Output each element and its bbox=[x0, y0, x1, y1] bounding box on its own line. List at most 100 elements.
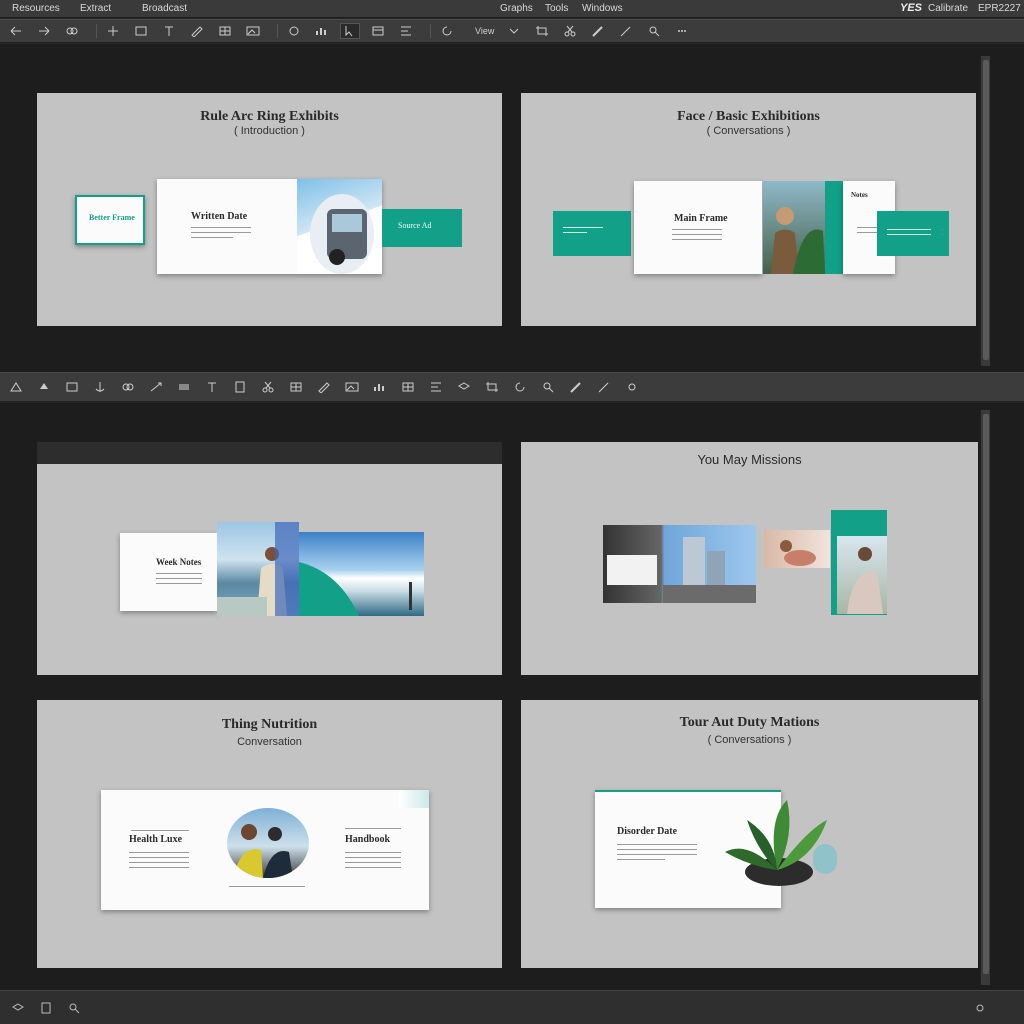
grid-icon[interactable] bbox=[286, 379, 306, 395]
scrollbar-thumb[interactable] bbox=[983, 414, 989, 974]
undo-icon[interactable] bbox=[6, 23, 26, 39]
text-lines bbox=[129, 852, 189, 872]
text-lines bbox=[156, 573, 202, 588]
text-lines bbox=[229, 886, 305, 891]
right-box-label: Source Ad bbox=[398, 221, 432, 230]
upper-scrollbar[interactable] bbox=[980, 56, 990, 366]
page-icon[interactable] bbox=[36, 1000, 56, 1016]
main-card: Health Luxe Handbook bbox=[101, 790, 429, 910]
scissors-icon[interactable] bbox=[258, 379, 278, 395]
brush-icon[interactable] bbox=[588, 23, 608, 39]
menu-resources[interactable]: Resources bbox=[12, 3, 60, 14]
settings-icon[interactable] bbox=[970, 1000, 990, 1016]
layers-icon[interactable] bbox=[8, 1000, 28, 1016]
lower-scrollbar[interactable] bbox=[980, 410, 990, 985]
link-icon[interactable] bbox=[118, 379, 138, 395]
type-icon[interactable] bbox=[202, 379, 222, 395]
text-icon[interactable] bbox=[159, 23, 179, 39]
corner-accent bbox=[399, 790, 429, 808]
select-icon[interactable] bbox=[340, 23, 360, 39]
chart-icon[interactable] bbox=[312, 23, 332, 39]
align-icon[interactable] bbox=[396, 23, 416, 39]
chart-icon[interactable] bbox=[370, 379, 390, 395]
text-lines bbox=[345, 852, 401, 872]
slide-title: You May Missions bbox=[697, 452, 802, 467]
slide-4[interactable]: You May Missions bbox=[521, 442, 978, 675]
scrollbar-thumb[interactable] bbox=[983, 60, 989, 360]
crop-icon[interactable] bbox=[532, 23, 552, 39]
menu-extract[interactable]: Extract bbox=[80, 3, 111, 14]
brush-icon[interactable] bbox=[566, 379, 586, 395]
text-lines bbox=[345, 828, 401, 833]
menu-tools[interactable]: Tools bbox=[545, 3, 568, 14]
table-icon[interactable] bbox=[398, 379, 418, 395]
scissors-icon[interactable] bbox=[560, 23, 580, 39]
card-title: Health Luxe bbox=[129, 834, 183, 845]
menu-calibrate[interactable]: Calibrate bbox=[928, 3, 968, 14]
menu-bar: Resources Extract Broadcast Graphs Tools… bbox=[0, 0, 1024, 18]
chevron-down-icon[interactable] bbox=[504, 23, 524, 39]
photo-ocean bbox=[299, 532, 424, 616]
pen-icon[interactable] bbox=[187, 23, 207, 39]
card-title: Written Date bbox=[191, 211, 248, 222]
toolbar-divider bbox=[277, 24, 278, 38]
note-icon[interactable] bbox=[230, 379, 250, 395]
image-icon[interactable] bbox=[342, 379, 362, 395]
slide-title: Tour Aut Duty Mations bbox=[679, 715, 820, 730]
photo-man-plants bbox=[763, 181, 825, 274]
frame-icon[interactable] bbox=[62, 379, 82, 395]
rotate-icon[interactable] bbox=[437, 23, 457, 39]
photo-people bbox=[764, 530, 830, 568]
view-label[interactable]: View bbox=[475, 26, 494, 36]
shape-icon[interactable] bbox=[284, 23, 304, 39]
frame-icon[interactable] bbox=[131, 23, 151, 39]
app-logo: YES bbox=[900, 2, 923, 14]
settings-icon[interactable] bbox=[622, 379, 642, 395]
eyedropper-icon[interactable] bbox=[594, 379, 614, 395]
slide-subtitle: Conversation bbox=[237, 736, 302, 748]
zoom-icon[interactable] bbox=[64, 1000, 84, 1016]
menu-broadcast[interactable]: Broadcast bbox=[142, 3, 187, 14]
slide-subtitle: ( Conversations ) bbox=[706, 125, 791, 137]
photo-man-beach bbox=[217, 522, 299, 616]
redo-icon[interactable] bbox=[34, 23, 54, 39]
zoom-icon[interactable] bbox=[538, 379, 558, 395]
transform-icon[interactable] bbox=[146, 379, 166, 395]
slide-1[interactable]: Rule Arc Ring Exhibits ( Introduction ) … bbox=[37, 93, 502, 326]
right-card-title: Handbook bbox=[345, 834, 391, 845]
slide-subtitle: ( Conversations ) bbox=[707, 734, 792, 746]
zoom-icon[interactable] bbox=[644, 23, 664, 39]
fill-icon[interactable] bbox=[34, 379, 54, 395]
image-icon[interactable] bbox=[243, 23, 263, 39]
slide-2[interactable]: Face / Basic Exhibitions ( Conversations… bbox=[521, 93, 976, 326]
anchor-icon[interactable] bbox=[90, 379, 110, 395]
rotate-icon[interactable] bbox=[510, 379, 530, 395]
text-lines bbox=[191, 227, 251, 242]
text-lines bbox=[857, 227, 877, 237]
gradient-icon[interactable] bbox=[174, 379, 194, 395]
slide-title: Face / Basic Exhibitions bbox=[677, 109, 820, 124]
eyedropper-icon[interactable] bbox=[616, 23, 636, 39]
link-icon[interactable] bbox=[62, 23, 82, 39]
menu-windows[interactable]: Windows bbox=[582, 3, 623, 14]
grid-icon[interactable] bbox=[215, 23, 235, 39]
crop-icon[interactable] bbox=[482, 379, 502, 395]
layers-icon[interactable] bbox=[454, 379, 474, 395]
slide-3[interactable]: Week Notes bbox=[37, 442, 502, 675]
photo-car bbox=[297, 179, 382, 274]
menu-graphs[interactable]: Graphs bbox=[500, 3, 533, 14]
slide-6[interactable]: Tour Aut Duty Mations ( Conversations ) … bbox=[521, 700, 978, 968]
card-title: Main Frame bbox=[674, 213, 728, 224]
slide-title: Thing Nutrition bbox=[221, 717, 318, 732]
move-icon[interactable] bbox=[103, 23, 123, 39]
card-title: Disorder Date bbox=[617, 826, 678, 837]
snap-icon[interactable] bbox=[6, 379, 26, 395]
pen-icon[interactable] bbox=[314, 379, 334, 395]
layout-icon[interactable] bbox=[368, 23, 388, 39]
toolbar-divider bbox=[96, 24, 97, 38]
align-icon[interactable] bbox=[426, 379, 446, 395]
photo-people-circle bbox=[227, 808, 309, 878]
version-label: EPR2227 bbox=[978, 3, 1021, 14]
more-icon[interactable] bbox=[672, 23, 692, 39]
slide-5[interactable]: Thing Nutrition Conversation Health Luxe… bbox=[37, 700, 502, 968]
